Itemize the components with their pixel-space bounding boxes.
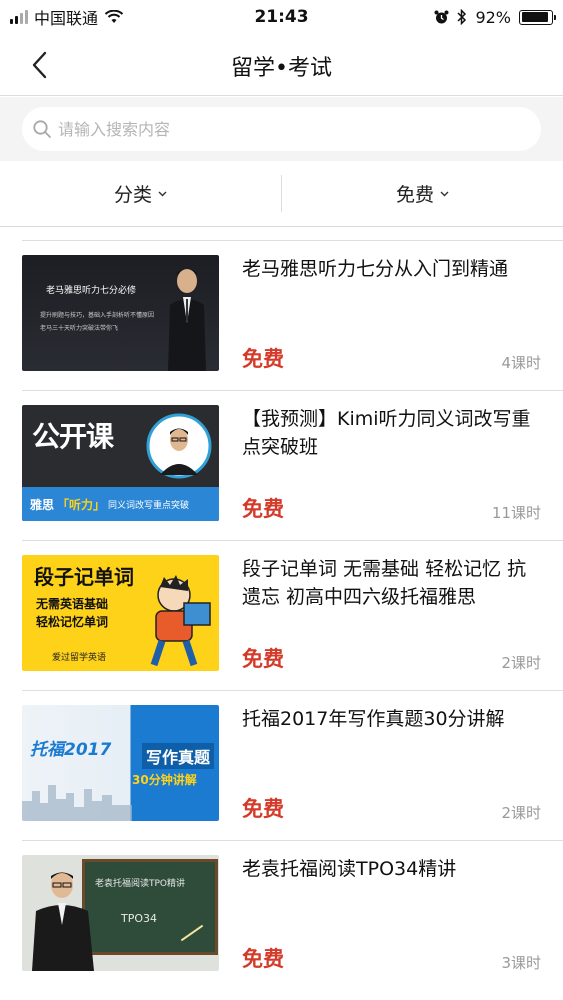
course-lessons: 4课时 <box>501 354 541 372</box>
search-box[interactable] <box>22 107 541 151</box>
bluetooth-icon <box>457 9 467 25</box>
thumb-tag: 同义词改写重点突破 <box>108 500 190 511</box>
thumb-text: 老马三十天听力突破法带你飞 <box>40 325 119 332</box>
status-left: 中国联通 <box>10 5 210 29</box>
course-price: 免费 <box>242 347 284 371</box>
course-info: 段子记单词 无需基础 轻松记忆 抗遗忘 初高中四六级托福雅思 免费 2课时 <box>242 555 541 673</box>
thumb-text: 轻松记忆单词 <box>36 615 109 629</box>
course-item[interactable]: 托福2017 写作真题 30分钟讲解 托福2017年写作真题30分讲解 免费 2… <box>22 690 563 840</box>
course-price: 免费 <box>242 797 284 821</box>
thumb-tag: 「听力」 <box>57 497 106 512</box>
course-price: 免费 <box>242 497 284 521</box>
wifi-icon <box>104 10 124 23</box>
cartoon-illustration <box>150 575 211 667</box>
course-lessons: 2课时 <box>501 654 541 672</box>
course-thumbnail: 老袁托福阅读TPO精讲 TPO34 <box>22 855 219 971</box>
carrier-label: 中国联通 <box>34 9 99 28</box>
teacher-photo <box>168 269 206 371</box>
battery-percent: 92% <box>475 7 511 27</box>
thumb-text: 老马雅思听力七分必修 <box>46 286 137 296</box>
course-thumbnail: 公开课 雅思 「听力」 同义词改写重点突破 <box>22 405 219 521</box>
course-title: 老马雅思听力七分从入门到精通 <box>242 258 509 280</box>
board-text: 老袁托福阅读TPO精讲 <box>95 879 186 889</box>
thumb-text: 30分钟讲解 <box>132 773 197 787</box>
course-lessons: 2课时 <box>501 804 541 822</box>
course-item[interactable]: 段子记单词 无需英语基础 轻松记忆单词 爱过留学英语 段子记单词 无需基础 轻松… <box>22 540 563 690</box>
teacher-photo <box>146 413 212 479</box>
search-input[interactable] <box>58 119 478 139</box>
course-thumbnail: 段子记单词 无需英语基础 轻松记忆单词 爱过留学英语 <box>22 555 219 671</box>
course-item[interactable]: 老马雅思听力七分必修 提升刷题与技巧，基础入手剖析听不懂原因 老马三十天听力突破… <box>22 240 563 390</box>
filter-price-label: 免费 <box>395 184 434 206</box>
thumb-brand: 公开课 <box>32 420 114 453</box>
thumb-strip: 雅思 「听力」 同义词改写重点突破 <box>22 487 219 521</box>
course-info: 托福2017年写作真题30分讲解 免费 2课时 <box>242 705 541 823</box>
chalkboard: 老袁托福阅读TPO精讲 TPO34 <box>82 859 218 955</box>
course-lessons: 11课时 <box>491 504 541 522</box>
board-text: TPO34 <box>121 912 158 925</box>
status-right: 92% <box>434 7 556 27</box>
course-info: 老马雅思听力七分从入门到精通 免费 4课时 <box>242 255 541 373</box>
course-thumbnail: 老马雅思听力七分必修 提升刷题与技巧，基础入手剖析听不懂原因 老马三十天听力突破… <box>22 255 219 371</box>
course-info: 【我预测】Kimi听力同义词改写重点突破班 免费 11课时 <box>242 405 541 523</box>
thumb-text: 写作真题 <box>142 743 215 769</box>
course-price: 免费 <box>242 647 284 671</box>
page-title: 留学•考试 <box>231 56 332 81</box>
filter-price[interactable]: 免费 <box>282 161 563 226</box>
course-thumbnail: 托福2017 写作真题 30分钟讲解 <box>22 705 219 821</box>
thumb-brand: 爱过留学英语 <box>52 653 107 663</box>
course-list: 老马雅思听力七分必修 提升刷题与技巧，基础入手剖析听不懂原因 老马三十天听力突破… <box>0 240 563 990</box>
search-area <box>0 97 563 161</box>
nav-bar: 留学•考试 <box>0 34 563 96</box>
status-bar: 中国联通 21:43 92% <box>0 0 563 34</box>
battery-icon <box>519 9 556 25</box>
chalk-line <box>180 924 204 942</box>
city-skyline <box>22 785 132 821</box>
course-title: 老袁托福阅读TPO34精讲 <box>242 858 457 880</box>
filter-bar: 分类 免费 <box>0 161 563 227</box>
signal-icon <box>10 10 28 24</box>
thumb-text: 托福2017 <box>30 740 112 760</box>
course-title: 段子记单词 无需基础 轻松记忆 抗遗忘 初高中四六级托福雅思 <box>242 558 527 608</box>
chevron-down-icon <box>158 191 167 196</box>
search-icon <box>33 120 51 138</box>
course-lessons: 3课时 <box>501 954 541 972</box>
thumb-text: 无需英语基础 <box>36 597 109 611</box>
course-title: 【我预测】Kimi听力同义词改写重点突破班 <box>242 408 531 458</box>
alarm-icon <box>434 10 449 23</box>
course-item[interactable]: 老袁托福阅读TPO精讲 TPO34 老袁托福阅读TPO34精讲 免费 3课时 <box>22 840 563 990</box>
course-item[interactable]: 公开课 雅思 「听力」 同义词改写重点突破 【我预测】Kimi听力同义词改写重点… <box>22 390 563 540</box>
filter-category-label: 分类 <box>113 184 152 206</box>
course-title: 托福2017年写作真题30分讲解 <box>242 708 505 730</box>
course-info: 老袁托福阅读TPO34精讲 免费 3课时 <box>242 855 541 973</box>
thumb-headline: 段子记单词 <box>34 565 134 589</box>
chevron-down-icon <box>440 191 449 196</box>
filter-category[interactable]: 分类 <box>0 161 281 226</box>
teacher-photo <box>32 872 94 971</box>
thumb-text: 提升刷题与技巧，基础入手剖析听不懂原因 <box>40 312 155 319</box>
thumb-tag: 雅思 <box>30 497 55 512</box>
course-price: 免费 <box>242 947 284 971</box>
